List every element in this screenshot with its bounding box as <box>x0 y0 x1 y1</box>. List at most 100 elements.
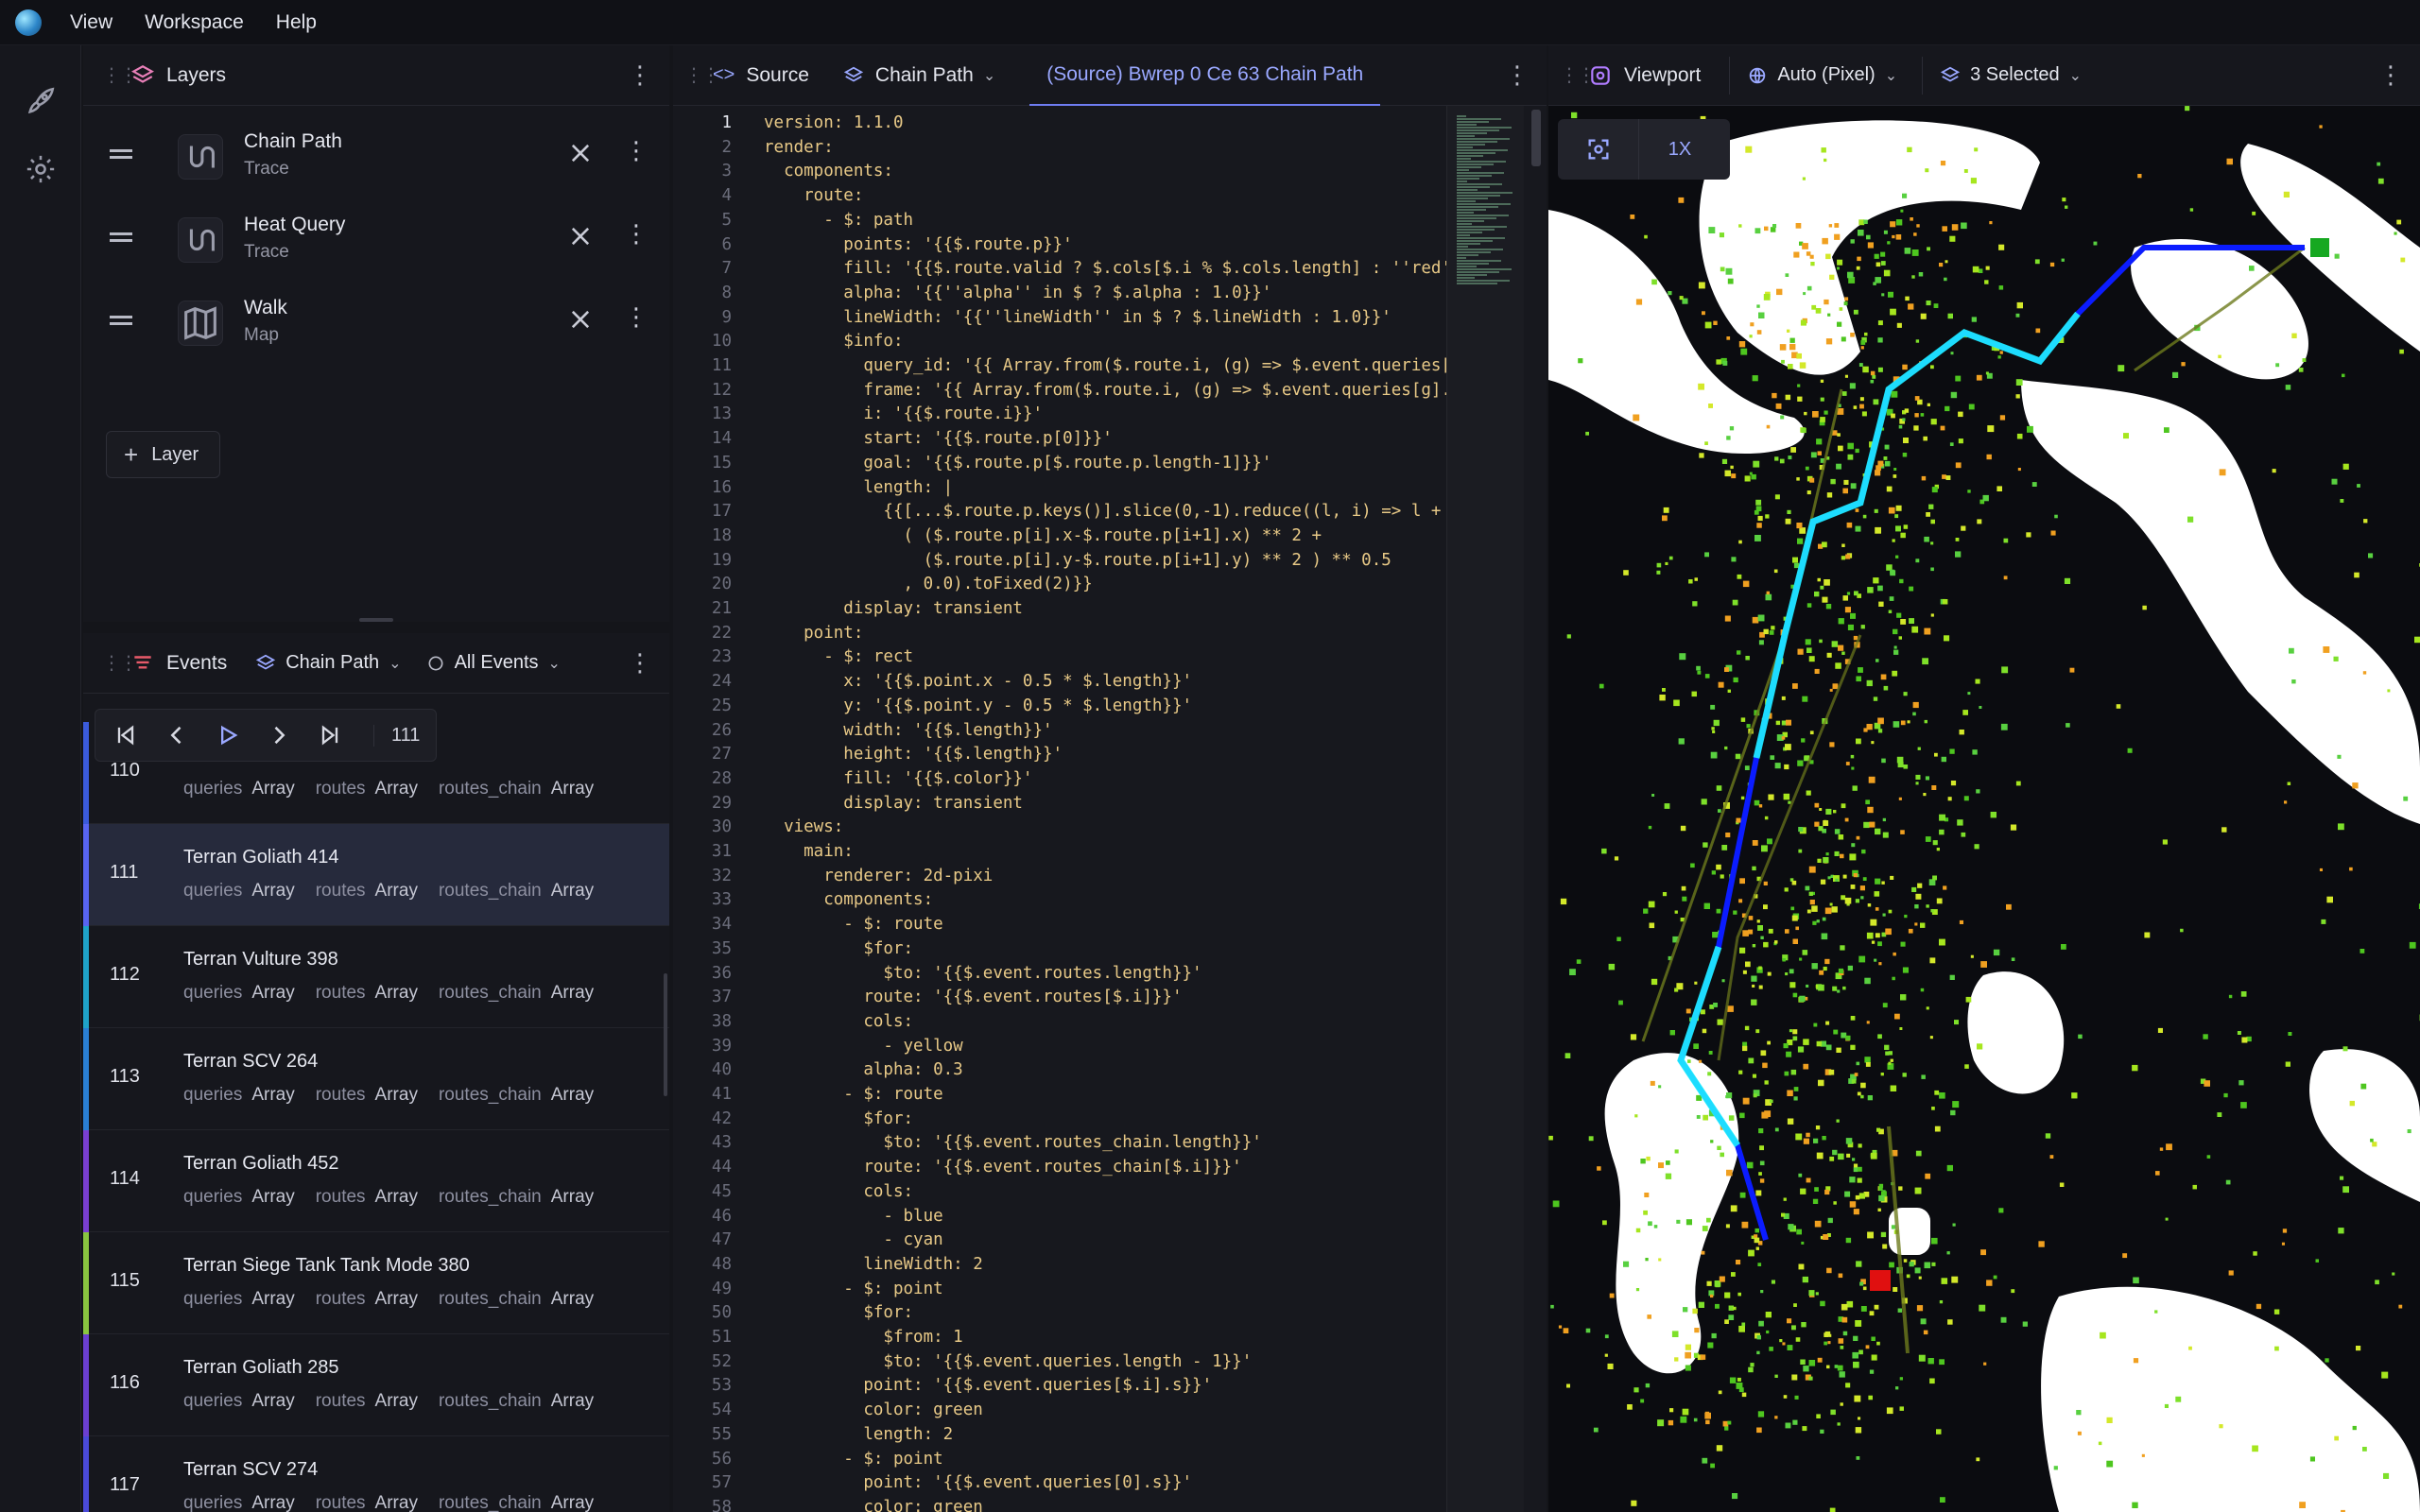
minimap[interactable] <box>1446 106 1524 1512</box>
heat-dot <box>2010 824 2017 831</box>
layer-menu-icon[interactable]: ⋮ <box>624 136 648 165</box>
code-editor[interactable]: 1 version: 1.1.0 2 render: 3 components: 4 ro… <box>673 106 1547 1512</box>
heat-dot <box>1678 738 1685 745</box>
close-icon[interactable] <box>567 140 594 166</box>
heat-dot <box>1908 928 1913 934</box>
rocket-icon[interactable] <box>25 85 57 117</box>
heat-dot <box>1858 955 1866 963</box>
close-icon[interactable] <box>567 223 594 249</box>
events-filter-dropdown[interactable]: All Events ⌄ <box>426 652 561 674</box>
add-layer-button[interactable]: + Layer <box>106 431 221 478</box>
events-source-dropdown[interactable]: Chain Path ⌄ <box>255 652 402 674</box>
viewport-menu-icon[interactable]: ⋮ <box>2378 60 2403 90</box>
minimap-line <box>1457 192 1512 194</box>
menu-view[interactable]: View <box>70 11 112 34</box>
layer-row[interactable]: Heat Query Trace ⋮ <box>83 198 669 280</box>
minimap-line <box>1457 220 1484 222</box>
tab-chain-path[interactable]: Chain Path ⌄ <box>826 45 1012 106</box>
minimap-line <box>1457 249 1503 250</box>
render-mode-dropdown[interactable]: Auto (Pixel) ⌄ <box>1729 56 1897 94</box>
heat-dot <box>2342 463 2349 470</box>
heat-dot <box>1829 742 1835 747</box>
events-menu-icon[interactable]: ⋮ <box>628 648 652 678</box>
heat-dot <box>1765 1312 1772 1318</box>
heat-dot <box>1854 1073 1858 1076</box>
code-text: $to: '{{$.event.routes.length}}' <box>764 963 1202 983</box>
editor-scrollbar[interactable] <box>1531 110 1541 166</box>
heat-dot <box>1794 1395 1799 1400</box>
heat-dot <box>1829 274 1835 280</box>
menu-workspace[interactable]: Workspace <box>145 11 244 34</box>
event-row[interactable]: 116 Terran Goliath 285 queries Array routes A… <box>83 1334 669 1436</box>
event-row[interactable]: 113 Terran SCV 264 queries Array routes Array… <box>83 1028 669 1130</box>
heat-dot <box>1785 1422 1791 1429</box>
layers-icon <box>1940 66 1961 82</box>
event-row[interactable]: 111 Terran Goliath 414 queries Array routes A… <box>83 824 669 926</box>
heat-dot <box>2285 1061 2290 1067</box>
tab-file[interactable]: (Source) Bwrep 0 Ce 63 Chain Path <box>1029 45 1381 106</box>
skip-first-icon[interactable] <box>112 722 139 748</box>
events-scrollbar[interactable] <box>664 973 667 1096</box>
gear-icon[interactable] <box>25 153 57 185</box>
close-icon[interactable] <box>567 306 594 333</box>
code-text: $info: <box>764 332 904 352</box>
code-line: 43 $to: '{{$.event.routes_chain.length}}… <box>673 1131 1547 1156</box>
map-canvas[interactable] <box>1548 106 2420 1512</box>
event-color-bar <box>83 1334 89 1436</box>
editor-menu-icon[interactable]: ⋮ <box>1505 60 1530 90</box>
heat-dot <box>2387 689 2391 693</box>
heat-dot <box>1890 570 1896 576</box>
event-row[interactable]: 114 Terran Goliath 452 queries Array routes A… <box>83 1130 669 1232</box>
heat-dot <box>1759 1145 1764 1151</box>
heat-dot <box>1841 1032 1847 1039</box>
line-number: 58 <box>711 1497 732 1512</box>
route-goal-marker <box>2310 238 2329 257</box>
heat-dot <box>2049 1155 2054 1159</box>
event-row[interactable]: 112 Terran Vulture 398 queries Array routes A… <box>83 926 669 1028</box>
code-text: - $: route <box>764 915 943 935</box>
heat-dot <box>1766 424 1771 429</box>
layer-menu-icon[interactable]: ⋮ <box>624 219 648 249</box>
tab-source[interactable]: <> Source <box>713 45 826 106</box>
fit-view-button[interactable] <box>1558 119 1639 180</box>
layer-row[interactable]: Chain Path Trace ⋮ <box>83 115 669 197</box>
prev-icon[interactable] <box>164 722 190 748</box>
heat-dot <box>1806 285 1812 291</box>
heat-dot <box>1744 765 1750 770</box>
layer-menu-icon[interactable]: ⋮ <box>624 302 648 332</box>
minimap-line <box>1457 283 1497 284</box>
heat-dot <box>1563 1328 1569 1333</box>
next-icon[interactable] <box>266 722 292 748</box>
selection-dropdown[interactable]: 3 Selected ⌄ <box>1922 56 2082 94</box>
drag-grip-icon[interactable]: ⋮⋮ <box>102 651 138 675</box>
layers-menu-icon[interactable]: ⋮ <box>628 60 652 90</box>
drag-handle-icon[interactable] <box>110 316 132 325</box>
heat-dot <box>2237 1031 2241 1035</box>
menu-help[interactable]: Help <box>276 11 317 34</box>
heat-dot <box>1704 674 1710 679</box>
heat-dot <box>1787 1090 1793 1096</box>
line-number: 7 <box>721 259 732 279</box>
event-row[interactable]: 115 Terran Siege Tank Tank Mode 380 querie… <box>83 1232 669 1334</box>
current-event-index[interactable]: 111 <box>373 724 420 747</box>
heat-dot <box>1694 981 1698 985</box>
heat-dot <box>1858 1417 1861 1420</box>
drag-handle-icon[interactable] <box>110 149 132 159</box>
drag-handle-icon[interactable] <box>110 232 132 242</box>
zoom-level-button[interactable]: 1X <box>1639 119 1720 180</box>
heat-dot <box>1787 1318 1792 1324</box>
events-list[interactable]: queriesArrayroutesArrayroutes_chainArray… <box>83 694 669 1512</box>
heat-dot <box>1855 525 1861 532</box>
event-row[interactable]: 117 Terran SCV 274 queries Array routes Array… <box>83 1436 669 1512</box>
drag-grip-icon[interactable]: ⋮⋮ <box>1560 63 1596 87</box>
drag-grip-icon[interactable]: ⋮⋮ <box>102 63 138 87</box>
heat-dot <box>1817 858 1822 863</box>
heat-dot <box>1815 1125 1821 1130</box>
drag-grip-icon[interactable]: ⋮⋮ <box>684 63 720 87</box>
skip-last-icon[interactable] <box>317 722 343 748</box>
layer-row[interactable]: Walk Map ⋮ <box>83 282 669 363</box>
minimap-line <box>1457 166 1481 168</box>
play-icon[interactable] <box>215 722 241 748</box>
panel-resize-handle[interactable] <box>359 618 393 622</box>
heat-dot <box>1853 873 1858 878</box>
